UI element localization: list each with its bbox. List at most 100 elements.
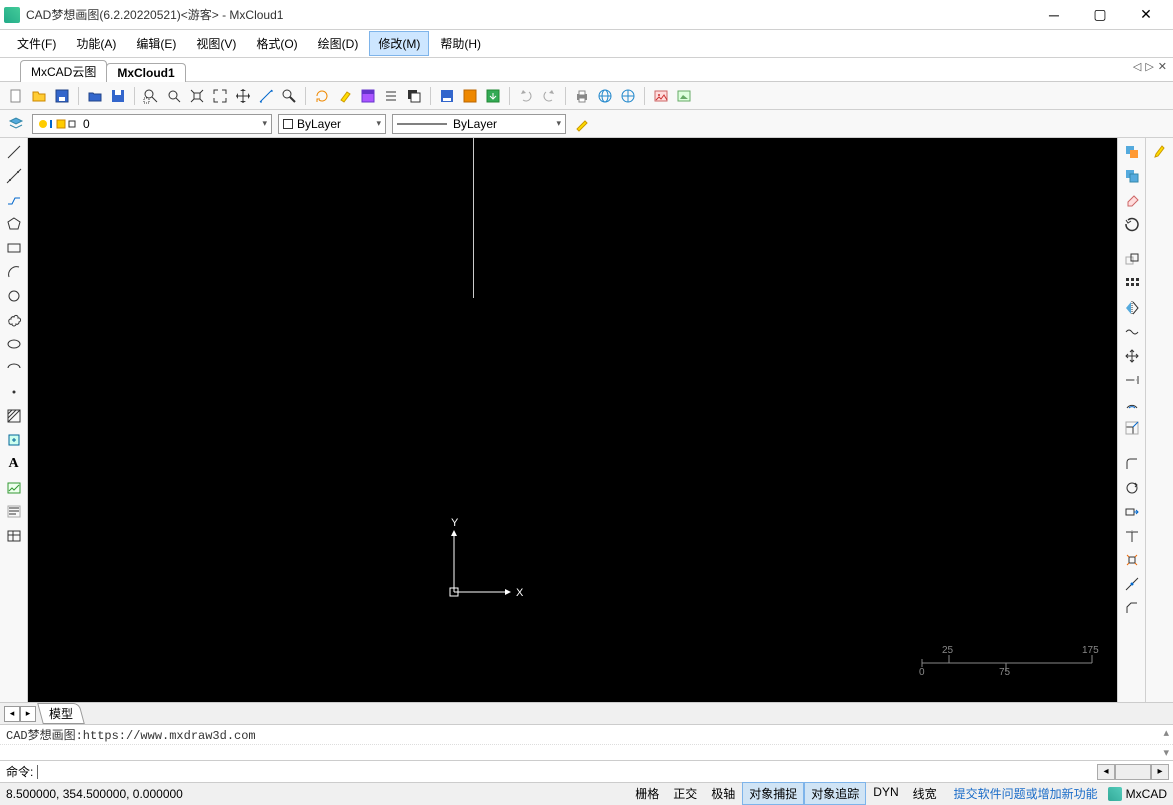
move-icon[interactable] <box>1122 346 1142 366</box>
save2-icon[interactable] <box>437 86 457 106</box>
status-toggle-1[interactable]: 正交 <box>666 782 704 805</box>
menu-function[interactable]: 功能(A) <box>67 31 125 56</box>
command-input[interactable] <box>37 765 1167 779</box>
status-toggle-0[interactable]: 栅格 <box>628 782 666 805</box>
rectangle-icon[interactable] <box>4 238 24 258</box>
explode-icon[interactable] <box>1122 550 1142 570</box>
export-icon[interactable] <box>460 86 480 106</box>
status-toggle-3[interactable]: 对象捕捉 <box>742 782 804 805</box>
fillet-icon[interactable] <box>1122 454 1142 474</box>
highlight-icon[interactable] <box>335 86 355 106</box>
save-icon[interactable] <box>52 86 72 106</box>
array-icon[interactable] <box>1122 274 1142 294</box>
offset-icon[interactable] <box>1122 394 1142 414</box>
cmd-scroll-up[interactable]: ▴ <box>1163 726 1169 740</box>
text-icon[interactable]: A <box>4 454 24 474</box>
list-icon[interactable] <box>381 86 401 106</box>
status-toggle-5[interactable]: DYN <box>866 782 905 805</box>
layer-dropdown[interactable]: 0 ▾ <box>32 114 272 134</box>
scale-icon[interactable] <box>1122 418 1142 438</box>
hscroll-right[interactable]: ▸ <box>1151 764 1169 780</box>
cmd-scroll-down[interactable]: ▾ <box>1163 746 1169 760</box>
zoom-window-icon[interactable] <box>141 86 161 106</box>
circle-icon[interactable] <box>4 286 24 306</box>
doc-tab-mxcloud1[interactable]: MxCloud1 <box>106 63 185 82</box>
layer-manager-icon[interactable] <box>6 114 26 134</box>
import-icon[interactable] <box>483 86 503 106</box>
break-icon[interactable] <box>1122 322 1142 342</box>
properties-icon[interactable] <box>358 86 378 106</box>
open-icon[interactable] <box>29 86 49 106</box>
menu-draw[interactable]: 绘图(D) <box>309 31 368 56</box>
pan-icon[interactable] <box>233 86 253 106</box>
redo-icon[interactable] <box>539 86 559 106</box>
mirror-icon[interactable] <box>1122 298 1142 318</box>
open-folder-icon[interactable] <box>85 86 105 106</box>
linetype-dropdown[interactable]: ByLayer ▾ <box>392 114 566 134</box>
tabs-next[interactable]: ▷ <box>1145 60 1153 73</box>
polygon-icon[interactable] <box>4 214 24 234</box>
regen-icon[interactable] <box>312 86 332 106</box>
image-insert-icon[interactable] <box>4 478 24 498</box>
drawing-canvas[interactable]: Y X 0 25 75 175 <box>28 138 1117 702</box>
mtext-icon[interactable] <box>4 502 24 522</box>
status-toggle-2[interactable]: 极轴 <box>704 782 742 805</box>
ellipse-arc-icon[interactable] <box>4 358 24 378</box>
hatch-icon[interactable] <box>4 406 24 426</box>
menu-file[interactable]: 文件(F) <box>8 31 65 56</box>
join-icon[interactable] <box>1122 574 1142 594</box>
match-prop-icon[interactable] <box>572 114 592 134</box>
new-icon[interactable] <box>6 86 26 106</box>
status-toggle-4[interactable]: 对象追踪 <box>804 782 866 805</box>
tabs-prev[interactable]: ◁ <box>1133 60 1141 73</box>
minimize-button[interactable]: ─ <box>1031 0 1077 30</box>
measure-icon[interactable] <box>256 86 276 106</box>
zoom-realtime-icon[interactable] <box>279 86 299 106</box>
zoom-extents-icon[interactable] <box>164 86 184 106</box>
insert-block-icon[interactable] <box>4 430 24 450</box>
tab-model[interactable]: 模型 <box>37 703 85 724</box>
layer-panel-icon[interactable] <box>404 86 424 106</box>
undo-icon[interactable] <box>516 86 536 106</box>
arc-icon[interactable] <box>4 262 24 282</box>
image2-icon[interactable] <box>674 86 694 106</box>
erase-icon[interactable] <box>1122 190 1142 210</box>
layout-prev[interactable]: ◂ <box>4 706 20 722</box>
menu-view[interactable]: 视图(V) <box>187 31 245 56</box>
hscroll-thumb[interactable] <box>1115 764 1151 780</box>
web-icon[interactable] <box>595 86 615 106</box>
doc-tab-cloud[interactable]: MxCAD云图 <box>20 60 107 82</box>
point-icon[interactable] <box>4 382 24 402</box>
status-toggle-6[interactable]: 线宽 <box>906 782 944 805</box>
stretch-icon[interactable] <box>1122 502 1142 522</box>
trim-icon[interactable] <box>1122 526 1142 546</box>
menu-help[interactable]: 帮助(H) <box>431 31 490 56</box>
xline-icon[interactable] <box>4 166 24 186</box>
saveas-icon[interactable] <box>108 86 128 106</box>
close-button[interactable]: ✕ <box>1123 0 1169 30</box>
hscroll-left[interactable]: ◂ <box>1097 764 1115 780</box>
chamfer-icon[interactable] <box>1122 598 1142 618</box>
color-dropdown[interactable]: ByLayer ▾ <box>278 114 386 134</box>
image-icon[interactable] <box>651 86 671 106</box>
web2-icon[interactable] <box>618 86 638 106</box>
extend-icon[interactable] <box>1122 370 1142 390</box>
copy-icon[interactable] <box>1122 142 1142 162</box>
zoom-all-icon[interactable] <box>187 86 207 106</box>
line-icon[interactable] <box>4 142 24 162</box>
fullscreen-icon[interactable] <box>210 86 230 106</box>
tabs-close[interactable]: ✕ <box>1158 60 1167 73</box>
menu-edit[interactable]: 编辑(E) <box>127 31 185 56</box>
menu-format[interactable]: 格式(O) <box>247 31 306 56</box>
maximize-button[interactable]: ▢ <box>1077 0 1123 30</box>
layout-next[interactable]: ▸ <box>20 706 36 722</box>
rotate-icon[interactable] <box>1122 214 1142 234</box>
rotate2-icon[interactable] <box>1122 478 1142 498</box>
menu-modify[interactable]: 修改(M) <box>369 31 429 56</box>
copy3-icon[interactable] <box>1122 250 1142 270</box>
table-icon[interactable] <box>4 526 24 546</box>
pline-icon[interactable] <box>4 190 24 210</box>
print-icon[interactable] <box>572 86 592 106</box>
revcloud-icon[interactable] <box>4 310 24 330</box>
ellipse-icon[interactable] <box>4 334 24 354</box>
